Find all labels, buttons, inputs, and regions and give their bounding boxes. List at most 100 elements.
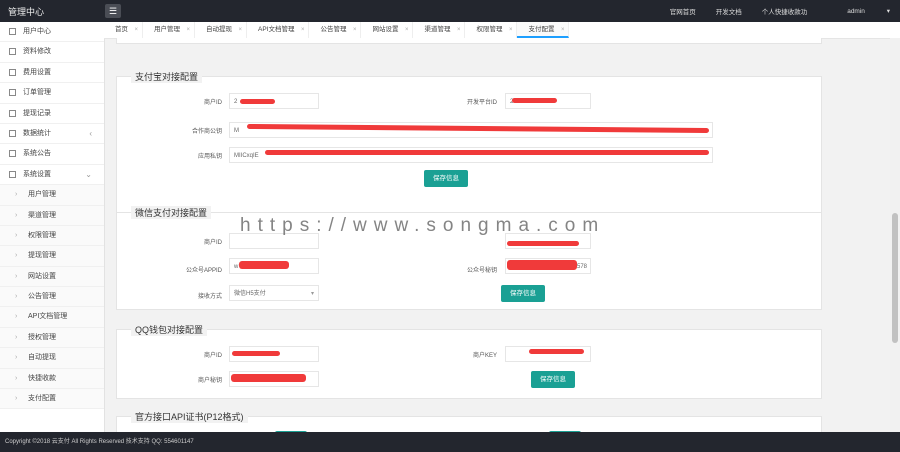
sidebar-item-label: 网站设置 — [28, 272, 56, 280]
user-menu[interactable]: admin ▾ — [827, 7, 890, 15]
sidebar-item-system-settings[interactable]: 系统设置 ⌄ — [0, 165, 104, 186]
tab-auto-withdraw[interactable]: 自动提现 × — [195, 22, 247, 38]
tab-label: 渠道管理 — [424, 26, 451, 33]
sidebar-item-label: 提现记录 — [23, 109, 51, 117]
wechat-mode-value: 微信H5支付 — [234, 291, 266, 297]
qq-key-label: 商户KEY — [472, 353, 497, 359]
user-icon — [9, 28, 16, 35]
dropdown-arrow-icon: ▾ — [310, 291, 314, 297]
sidebar-subitem-announcement-management[interactable]: › 公告管理 — [0, 287, 104, 308]
wechat-config-title: 微信支付对接配置 — [131, 206, 212, 219]
sidebar-item-label: 授权管理 — [28, 333, 56, 341]
sidebar-item-fees[interactable]: 费用设置 — [0, 63, 104, 84]
close-icon[interactable]: × — [238, 22, 242, 38]
tab-user-management[interactable]: 用户管理 × — [143, 22, 195, 38]
close-icon[interactable]: × — [405, 22, 409, 38]
chevron-right-icon: › — [15, 231, 18, 239]
qq-save-button[interactable]: 保存信息 — [531, 371, 575, 388]
tab-label: 公告管理 — [320, 26, 347, 33]
close-icon[interactable]: × — [509, 22, 513, 38]
link-dev-docs[interactable]: 开发文档 — [716, 6, 742, 16]
redaction-mark — [232, 351, 280, 356]
scrollbar-thumb[interactable] — [892, 213, 898, 343]
sidebar-subitem-quick-pay[interactable]: › 快捷收款 — [0, 368, 104, 390]
sidebar: 用户中心 资料修改 费用设置 订单管理 提现记录 数据统计 ‹ 系统公告 系统设置… — [0, 22, 105, 432]
link-quick-pay[interactable]: 个人快捷收款功 — [762, 6, 808, 16]
sidebar-subitem-payment-config[interactable]: › 支付配置 — [0, 389, 104, 410]
tab-label: API文档管理 — [258, 26, 295, 33]
qq-secret-label: 商户秘钥 — [197, 378, 222, 384]
close-icon[interactable]: × — [134, 22, 138, 38]
chevron-right-icon: › — [15, 395, 18, 403]
redaction-mark — [239, 261, 289, 269]
wechat-secret-label: 公众号秘钥 — [466, 268, 497, 274]
sidebar-subitem-withdraw-management[interactable]: › 提现管理 — [0, 246, 104, 267]
sidebar-item-stats[interactable]: 数据统计 ‹ — [0, 124, 104, 145]
sidebar-item-label: 用户中心 — [23, 28, 51, 35]
tab-payment-config[interactable]: 支付配置 × — [517, 22, 570, 38]
chevron-right-icon: › — [15, 211, 18, 219]
notice-icon — [9, 150, 16, 158]
sidebar-item-label: API文档管理 — [28, 313, 68, 321]
sidebar-subitem-auto-withdraw[interactable]: › 自动提现 — [0, 348, 104, 369]
menu-toggle-icon[interactable]: ☰ — [105, 4, 121, 18]
chart-icon — [9, 129, 16, 137]
sidebar-subitem-channels[interactable]: › 渠道管理 — [0, 205, 104, 226]
redaction-mark — [507, 241, 579, 246]
chevron-right-icon: › — [15, 374, 18, 382]
wechat-save-button[interactable]: 保存信息 — [501, 285, 545, 302]
wechat-mode-select[interactable]: 微信H5支付 ▾ — [229, 285, 319, 301]
sidebar-item-announcements[interactable]: 系统公告 — [0, 144, 104, 165]
redaction-mark — [265, 150, 709, 155]
wechat-appid-label: 公众号APPID — [185, 268, 222, 274]
page-scrollbar[interactable] — [890, 38, 900, 432]
chevron-right-icon: › — [15, 191, 18, 199]
sidebar-item-label: 支付配置 — [28, 395, 56, 403]
close-icon[interactable]: × — [561, 22, 565, 38]
sidebar-item-label: 用户管理 — [28, 191, 56, 199]
alipay-save-button[interactable]: 保存信息 — [424, 170, 468, 187]
sidebar-subitem-user-management[interactable]: › 用户管理 — [0, 185, 104, 206]
tab-channels[interactable]: 渠道管理 × — [413, 22, 466, 38]
sidebar-item-orders[interactable]: 订单管理 — [0, 83, 104, 104]
tab-bar: 首页 × 用户管理 × 自动提现 × API文档管理 × 公告管理 × 网站设置 × 渠道管… — [104, 22, 900, 39]
tab-site-settings[interactable]: 网站设置 × — [361, 22, 414, 38]
tab-announcements[interactable]: 公告管理 × — [309, 22, 362, 38]
tab-permissions[interactable]: 权限管理 × — [465, 22, 518, 38]
top-links: 官网首页 开发文档 个人快捷收款功 admin ▾ — [650, 0, 890, 22]
tab-label: 网站设置 — [372, 26, 399, 33]
tab-label: 用户管理 — [154, 26, 180, 33]
cert-config-title: 官方接口API证书(P12格式) — [131, 410, 248, 423]
sidebar-item-label: 数据统计 — [23, 129, 51, 137]
sidebar-item-withdrawals[interactable]: 提现记录 — [0, 104, 104, 124]
sidebar-subitem-authorization[interactable]: › 授权管理 — [0, 327, 104, 349]
settings-icon — [9, 170, 16, 178]
tab-home[interactable]: 首页 × — [104, 22, 143, 38]
previous-card — [116, 38, 822, 44]
link-official-site[interactable]: 官网首页 — [670, 6, 696, 16]
redaction-mark — [231, 374, 306, 382]
redaction-mark — [240, 99, 275, 104]
chevron-right-icon: › — [15, 252, 18, 260]
tab-api-docs[interactable]: API文档管理 × — [247, 22, 310, 38]
fee-icon — [9, 68, 16, 76]
sidebar-subitem-site-settings[interactable]: › 网站设置 — [0, 266, 104, 288]
sidebar-item-profile[interactable]: 资料修改 — [0, 42, 104, 63]
close-icon[interactable]: × — [186, 22, 190, 38]
close-icon[interactable]: × — [457, 22, 461, 38]
tab-label: 首页 — [115, 26, 128, 33]
tab-label: 权限管理 — [476, 26, 503, 33]
record-icon — [9, 109, 16, 117]
close-icon[interactable]: × — [353, 22, 357, 38]
sidebar-item-label: 快捷收款 — [28, 374, 56, 382]
sidebar-item-user-center[interactable]: 用户中心 — [0, 22, 104, 43]
chevron-right-icon: › — [15, 333, 18, 341]
qq-config-title: QQ钱包对接配置 — [131, 323, 208, 336]
alipay-merchant-label: 商户ID — [203, 100, 222, 106]
sidebar-subitem-api-docs[interactable]: › API文档管理 — [0, 307, 104, 328]
sidebar-item-label: 公告管理 — [28, 293, 56, 301]
close-icon[interactable]: × — [301, 22, 305, 38]
edit-icon — [9, 48, 16, 56]
chevron-right-icon: › — [15, 313, 18, 321]
sidebar-subitem-permissions[interactable]: › 权限管理 — [0, 225, 104, 247]
